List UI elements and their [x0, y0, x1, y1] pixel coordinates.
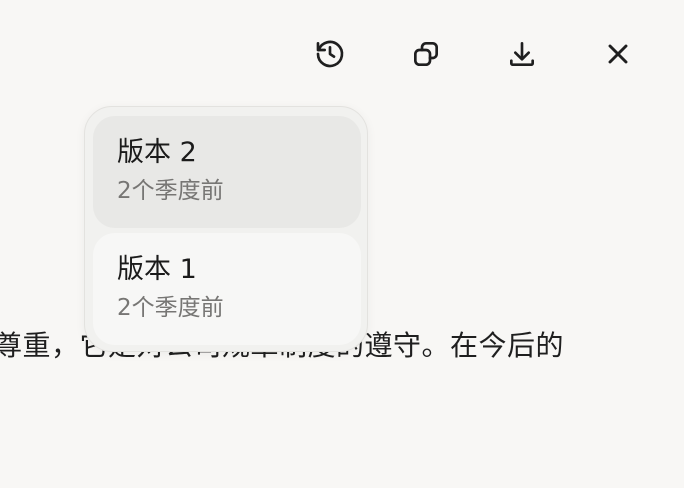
close-icon: [602, 38, 634, 70]
version-time: 2个季度前: [117, 178, 224, 204]
history-icon: [314, 38, 346, 70]
version-name: 版本 1: [117, 254, 197, 285]
close-button[interactable]: [594, 30, 642, 78]
version-name: 版本 2: [117, 137, 197, 168]
download-button[interactable]: [498, 30, 546, 78]
copy-button[interactable]: [402, 30, 450, 78]
version-item-2[interactable]: 版本 2 2个季度前: [93, 116, 361, 228]
copy-icon: [410, 38, 442, 70]
download-icon: [506, 38, 538, 70]
version-time: 2个季度前: [117, 295, 224, 321]
version-item-1[interactable]: 版本 1 2个季度前: [93, 233, 361, 345]
version-history-menu: 版本 2 2个季度前 版本 1 2个季度前: [84, 106, 368, 352]
history-button[interactable]: [306, 30, 354, 78]
